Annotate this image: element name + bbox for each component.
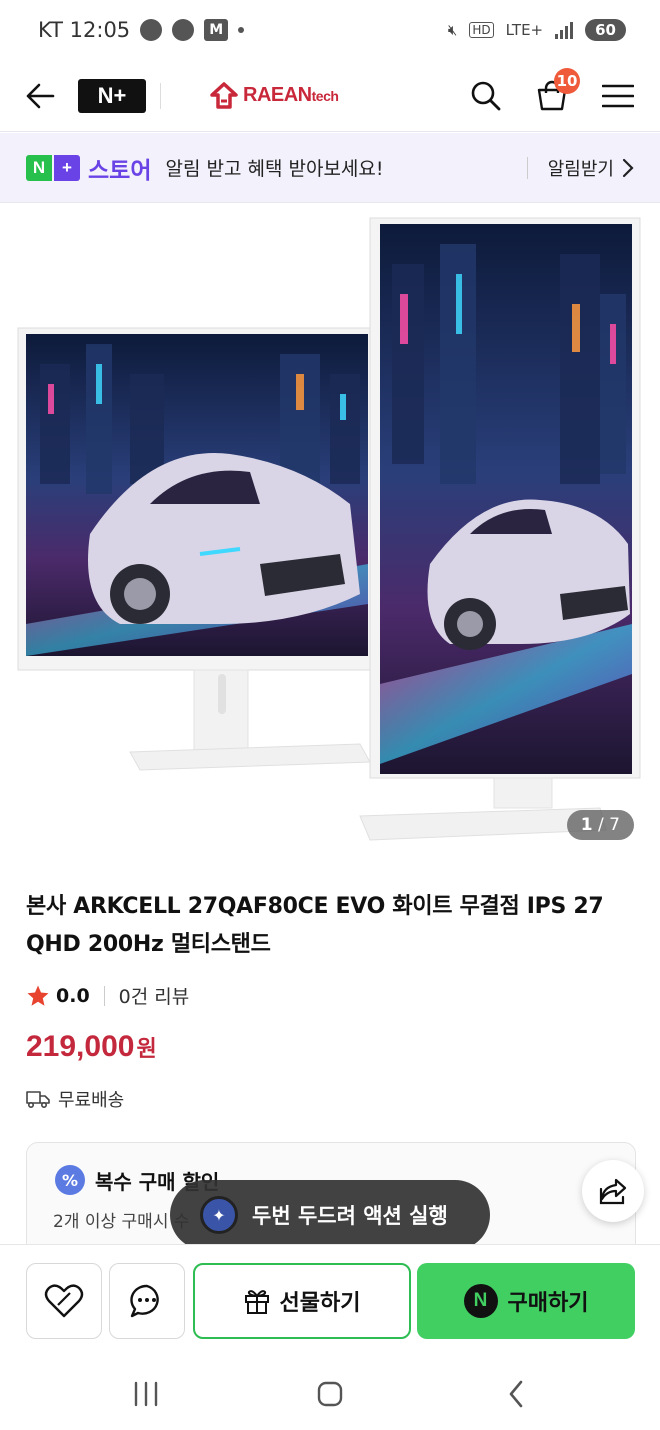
discount-subtitle: 2개 이상 구매시 수 [53,1212,190,1232]
product-image [17,217,641,841]
rating-divider [103,985,105,1006]
store-label: 스토어 [88,157,152,184]
product-price: 219,000원 [26,1030,157,1064]
header-divider [160,82,161,109]
store-notification-banner[interactable]: N + 스토어 알림 받고 혜택 받아보세요! 알림받기 [0,133,660,203]
nplus-store-logo: N + 스토어 [26,151,151,185]
accessibility-icon: ✦ [200,1196,238,1234]
recent-apps-button[interactable] [116,1372,176,1416]
brand-mark-icon [210,81,238,109]
share-icon [599,1178,627,1205]
plus-square: + [54,154,80,181]
price-value: 219,000 [26,1030,135,1063]
chat-icon [130,1284,159,1318]
image-counter-current: 1 [580,815,593,835]
delivery-truck-icon [26,1091,50,1109]
naver-pay-icon: N [463,1284,498,1318]
nplus-logo-text: N+ [97,82,127,108]
shipping-label: 무료배송 [58,1090,125,1111]
gift-button-label: 선물하기 [279,1291,361,1316]
brand-name-suffix: tech [311,88,339,104]
buy-button[interactable]: N 구매하기 [417,1263,635,1339]
store-banner-message: 알림 받고 혜택 받아보세요! [165,158,384,180]
mute-icon: 🔇︎ [447,21,458,39]
price-currency: 원 [136,1037,157,1062]
search-icon [471,81,501,110]
n-square: N [26,154,52,181]
accessibility-toast: ✦ 두번 두드려 액션 실행 [170,1180,490,1250]
battery-indicator: 60 [585,19,626,41]
product-title: 본사 ARKCELL 27QAF80CE EVO 화이트 무결점 IPS 27 … [26,894,604,957]
chevron-left-icon [509,1380,523,1408]
more-notifications-dot [238,27,245,33]
cart-count-badge: 10 [554,67,580,94]
hd-indicator: HD [469,22,494,38]
search-button[interactable] [468,78,504,114]
product-image-gallery[interactable]: 1 / 7 [0,204,660,864]
home-icon [317,1381,343,1407]
back-button[interactable] [24,80,56,112]
rating-row[interactable]: 0.0 0건 리뷰 [26,982,189,1009]
cart-button[interactable]: 10 [534,67,580,114]
carrier-time: KT 12:05 [38,18,131,42]
buy-button-label: 구매하기 [507,1291,589,1316]
review-count-link[interactable]: 0건 리뷰 [119,982,190,1009]
m-notification-icon: M [204,19,229,41]
system-navigation-bar [0,1358,660,1430]
network-type: LTE+ [505,21,544,39]
menu-button[interactable] [600,78,636,114]
wishlist-button[interactable] [26,1263,102,1339]
chat-notification-icon [140,19,163,41]
chevron-right-icon [622,158,634,177]
gift-button[interactable]: 선물하기 [193,1263,411,1339]
system-back-button[interactable] [486,1372,546,1416]
message-notification-icon [172,19,195,41]
hamburger-icon [602,84,634,107]
image-counter: 1 / 7 [566,810,634,840]
shipping-info: 무료배송 [26,1086,124,1112]
image-counter-total: / 7 [598,815,620,835]
gift-icon [244,1290,269,1314]
brand-name: RAEANtech [243,84,339,107]
heart-icon [44,1284,84,1318]
percent-badge-icon: % [55,1165,85,1195]
status-bar: KT 12:05 M 🔇︎ HD LTE+ 60 [0,0,660,60]
notification-subscribe-label: 알림받기 [547,158,614,180]
purchase-action-bar: 선물하기 N 구매하기 [0,1244,660,1358]
star-icon [27,985,49,1006]
top-header: N+ RAEANtech 10 [0,60,660,132]
home-button[interactable] [300,1372,360,1416]
share-button[interactable] [582,1160,644,1222]
arrow-left-icon [26,83,55,108]
rating-score: 0.0 [56,984,90,1007]
signal-icon [555,21,574,39]
banner-divider [526,156,528,179]
brand-logo[interactable]: RAEANtech [209,81,339,111]
chat-button[interactable] [109,1263,185,1339]
recent-apps-icon [134,1381,158,1407]
nplus-logo[interactable]: N+ [78,78,146,113]
brand-name-main: RAEAN [243,84,312,106]
toast-message: 두번 두드려 액션 실행 [252,1204,448,1228]
notification-subscribe-link[interactable]: 알림받기 [526,155,634,181]
